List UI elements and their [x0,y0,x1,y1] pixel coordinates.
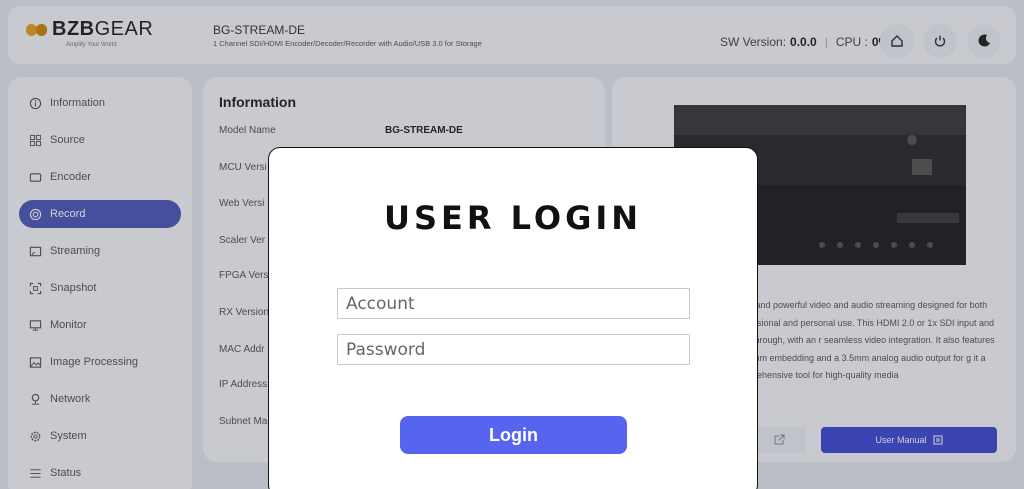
account-input[interactable] [337,288,690,319]
login-button[interactable]: Login [400,416,627,454]
password-input[interactable] [337,334,690,365]
login-title: USER LOGIN [383,199,643,237]
login-modal: USER LOGIN Login [268,147,758,489]
